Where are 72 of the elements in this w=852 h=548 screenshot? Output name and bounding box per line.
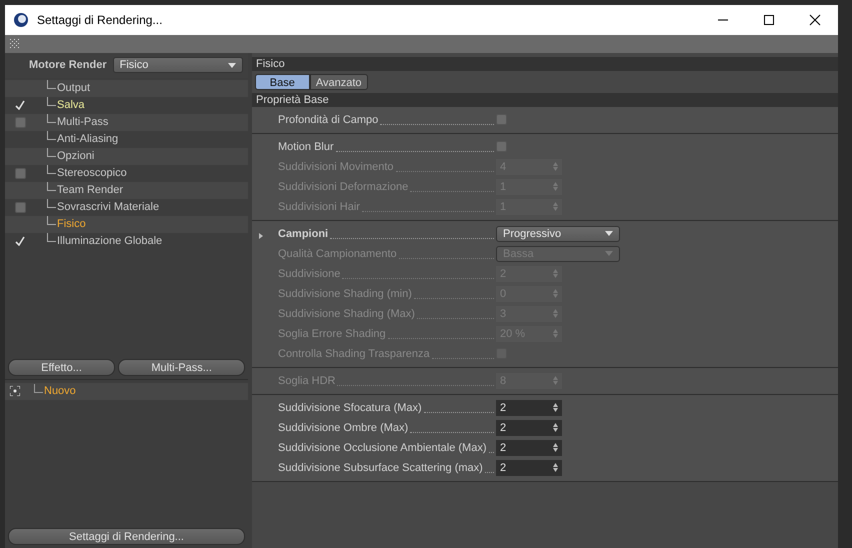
setting-label: Suddivisioni Movimento [278,160,394,174]
checkbox[interactable] [14,202,26,212]
spinner-arrows-icon [553,443,558,452]
setting-label: Controlla Shading Trasparenza [278,346,430,362]
spinner-arrows-icon [553,329,558,338]
spinner-arrows-icon [553,289,558,298]
settings-button[interactable]: Settaggi di Rendering... [8,528,246,545]
setting-label: Qualità Campionamento [278,246,397,262]
expand-arrow-icon[interactable] [258,233,264,239]
checkbox[interactable] [14,116,26,128]
setting-label: Suddivisioni Hair [278,200,360,214]
setting-label: Suddivisione Shading (Max) [278,306,415,322]
setting-label: Suddivisione Subsurface Scattering (max) [278,460,483,476]
setting-label: Soglia Errore Shading [278,326,386,342]
checkbox[interactable] [14,168,26,178]
setting-label: Campioni [278,226,328,242]
setting-label: Suddivisioni Deformazione [278,180,408,194]
section-header: Proprietà Base [252,92,838,107]
spinner-arrows-icon [553,269,558,278]
setting-label: Suddivisione Ombre (Max) [278,420,408,436]
tab[interactable]: Base [254,74,310,90]
preset-item[interactable]: Nuovo [44,383,76,400]
setting-label: Suddivisione Occlusione Ambientale (Max) [278,440,486,456]
number-field[interactable]: 2 [496,440,562,456]
sidebar-item[interactable]: Salva [57,96,85,114]
spinner-arrows-icon [553,403,558,412]
sidebar-item[interactable]: Sovrascrivi Materiale [57,198,160,216]
sidebar-item[interactable]: Stereoscopico [57,164,127,182]
leader-line [488,452,494,453]
dropdown[interactable]: Progressivo [496,226,620,242]
leader-line [424,412,494,413]
checkbox[interactable] [496,114,507,126]
setting-label: Profondità di Campo [278,112,378,128]
close-icon[interactable] [809,14,821,26]
sphere-logo-icon [13,12,29,28]
number-field[interactable]: 2 [496,400,562,416]
leader-line [484,472,494,473]
tab[interactable]: Avanzato [310,74,368,90]
spinner-arrows-icon [553,309,558,318]
checkbox[interactable] [496,141,507,152]
number-field[interactable]: 2 [496,460,562,476]
leader-line [432,358,494,359]
checkmark-icon[interactable] [15,236,25,246]
spinner-arrows-icon [553,182,558,192]
spinner-arrows-icon [553,423,558,432]
caret-icon [605,231,613,236]
sidebar-item[interactable]: Illuminazione Globale [57,232,162,250]
checkmark-icon[interactable] [15,100,25,110]
effect-button[interactable]: Effetto... [8,359,116,376]
maximize-icon[interactable] [763,14,775,26]
caret-icon [605,251,613,256]
caret-icon [228,62,236,68]
spinner-arrows-icon [553,202,558,212]
window-title: Settaggi di Rendering... [37,12,162,29]
spinner-arrows-icon [553,376,558,386]
spinner-arrows-icon [553,463,558,472]
setting-label: Soglia HDR [278,374,336,388]
sidebar-item[interactable]: Fisico [57,216,86,232]
setting-label: Suddivisione Shading (min) [278,286,412,302]
panel-title: Fisico [252,57,838,71]
setting-label: Motion Blur [278,140,334,154]
number-field[interactable]: 2 [496,420,562,436]
renderer-dropdown[interactable]: Fisico [112,57,243,74]
sidebar-item[interactable]: Anti-Aliasing [57,130,118,148]
renderer-label: Motore Render [29,58,107,73]
effect-button[interactable]: Multi-Pass... [118,359,246,376]
setting-label: Suddivisione Sfocatura (Max) [278,400,422,416]
sidebar-item[interactable]: Opzioni [57,148,94,164]
setting-label: Suddivisione [278,266,340,282]
sidebar-item[interactable]: Output [57,80,90,96]
spinner-arrows-icon [553,162,558,172]
focus-icon [10,386,20,396]
